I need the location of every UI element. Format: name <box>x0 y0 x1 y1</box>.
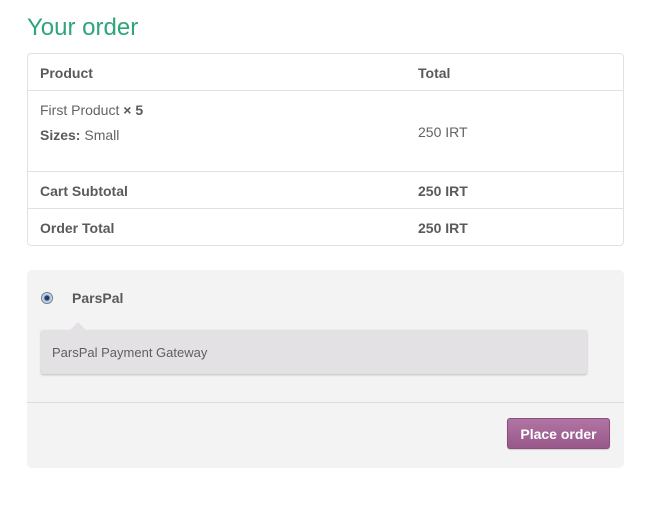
payment-method-radio[interactable] <box>41 292 53 304</box>
order-total-value: 250 IRT <box>418 220 468 236</box>
order-review-table: Product Total First Product × 5 Sizes: S… <box>27 53 624 246</box>
table-header-row: Product Total <box>28 54 623 91</box>
product-variation: Sizes: Small <box>40 127 119 143</box>
cart-subtotal-label: Cart Subtotal <box>40 183 128 199</box>
payment-panel: ParsPal ParsPal Payment Gateway Place or… <box>27 270 624 468</box>
payment-method-description: ParsPal Payment Gateway <box>52 345 208 360</box>
order-total-row: Order Total 250 IRT <box>28 209 623 246</box>
column-header-product: Product <box>40 65 93 81</box>
description-pointer <box>70 322 86 330</box>
product-quantity: × 5 <box>123 102 144 118</box>
payment-method-description-box: ParsPal Payment Gateway <box>41 322 587 374</box>
size-label: Sizes: <box>40 127 81 143</box>
order-heading: Your order <box>27 14 139 41</box>
order-total-label: Order Total <box>40 220 115 236</box>
divider <box>27 402 624 403</box>
product-name-line: First Product × 5 <box>40 102 143 118</box>
place-order-button[interactable]: Place order <box>507 418 610 449</box>
payment-method-label[interactable]: ParsPal <box>72 290 123 306</box>
product-name: First Product <box>40 102 120 118</box>
size-value: Small <box>84 127 120 143</box>
cart-subtotal-value: 250 IRT <box>418 183 468 199</box>
column-header-total: Total <box>418 65 451 81</box>
product-total: 250 IRT <box>418 124 468 140</box>
table-row: First Product × 5 Sizes: Small 250 IRT <box>28 91 623 172</box>
cart-subtotal-row: Cart Subtotal 250 IRT <box>28 172 623 209</box>
